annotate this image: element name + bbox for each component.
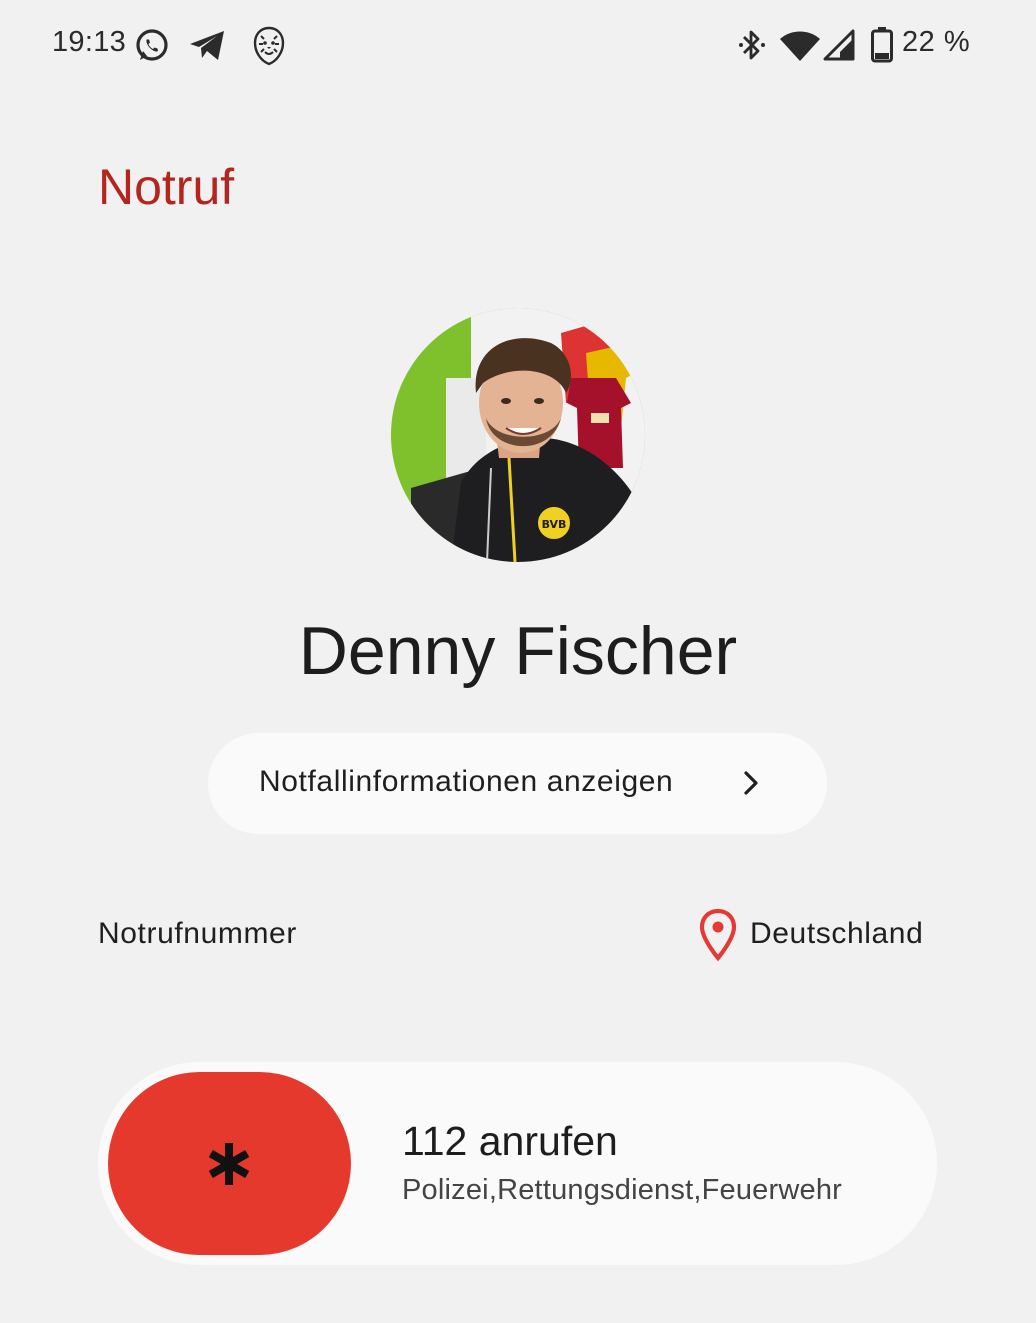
whatsapp-icon	[136, 29, 168, 61]
show-emergency-info-button[interactable]: Notfallinformationen anzeigen	[208, 733, 827, 834]
emergency-number-label: Notrufnummer	[98, 917, 297, 950]
telegram-icon	[190, 31, 224, 60]
avatar-photo: BVB	[391, 308, 645, 562]
owner-name: Denny Fischer	[298, 613, 738, 689]
call-number-title: 112 anrufen	[402, 1118, 618, 1164]
status-time: 19:13	[52, 26, 127, 58]
owner-avatar: BVB	[391, 308, 645, 562]
svg-text:BVB: BVB	[542, 518, 567, 531]
lion-app-icon	[253, 26, 285, 66]
bluetooth-icon	[739, 30, 765, 60]
battery-percentage: 22 %	[902, 26, 971, 58]
call-services-subtitle: Polizei,Rettungsdienst,Feuerwehr	[402, 1174, 843, 1206]
status-bar: 19:13 22 %	[0, 0, 1036, 90]
signal-icon	[823, 29, 855, 61]
wifi-icon	[780, 31, 820, 61]
location-country: Deutschland	[750, 917, 924, 950]
page-title: Notruf	[98, 159, 235, 215]
chevron-right-icon	[744, 771, 758, 795]
show-emergency-info-label: Notfallinformationen anzeigen	[259, 765, 674, 798]
emergency-call-pill[interactable]: 112 anrufen Polizei,Rettungsdienst,Feuer…	[98, 1062, 937, 1265]
call-slider-handle[interactable]	[108, 1072, 351, 1255]
asterisk-icon	[208, 1143, 250, 1185]
location-pin-icon	[699, 908, 737, 962]
battery-icon	[871, 27, 893, 63]
